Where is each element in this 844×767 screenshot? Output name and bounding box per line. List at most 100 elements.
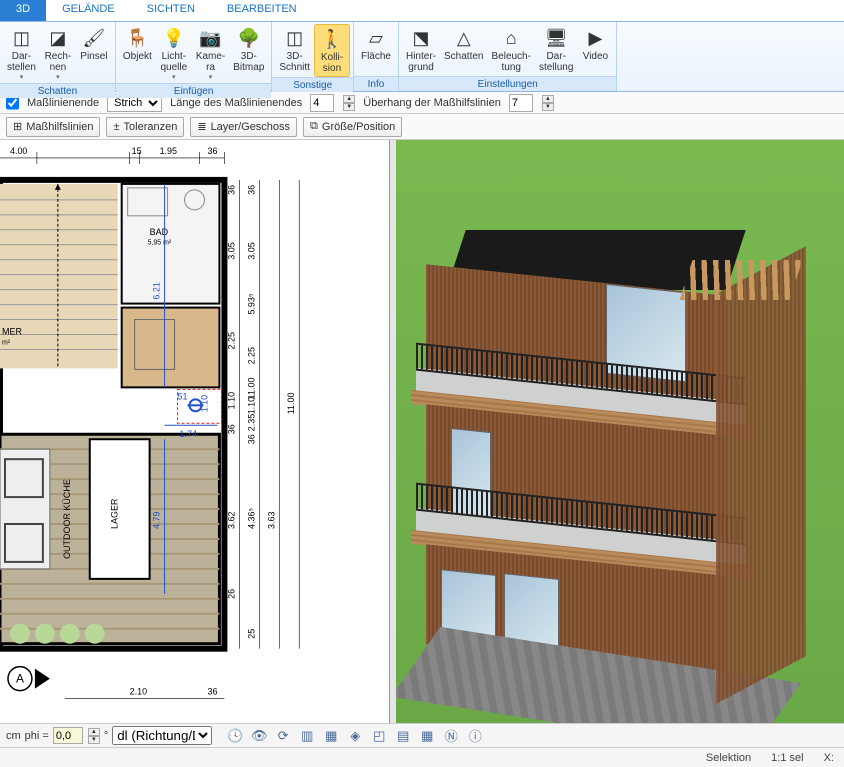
ribbon-group-einfügen: 🪑Objekt💡Licht-quelle▾📷Kame-ra▾🌳3D-Bitmap… [116,22,272,91]
svg-text:1.10: 1.10 [199,395,209,412]
svg-text:25: 25 [246,629,256,639]
sheet2-icon[interactable]: ▤ [394,727,412,745]
phi-label: phi = [25,730,49,742]
phi-down[interactable]: ▼ [88,736,100,744]
sheet-icon[interactable]: ◰ [370,727,388,745]
svg-text:26: 26 [226,589,236,599]
svg-text:4.79: 4.79 [152,512,162,529]
layer-button[interactable]: ≣ Layer/Geschoss [190,117,297,137]
ribbon-group-sonstige: ◫3D-Schnitt🚶Kolli-sionSonstige [272,22,354,91]
beleuchtung-button[interactable]: ⌂Beleuch-tung [487,24,534,75]
kollision-button[interactable]: 🚶Kolli-sion [314,24,350,77]
pinsel-button[interactable]: 🖌Pinsel [76,24,112,64]
svg-text:LAGER: LAGER [110,498,120,529]
ribbon-group-label: Einfügen [116,83,271,98]
ribbon-group-label: Schatten [0,83,115,98]
size-position-button[interactable]: ⧉ Größe/Position [303,117,402,137]
video-button[interactable]: ▶Video [577,24,613,64]
floorplan-canvas[interactable]: 4.00 15 1.95 36 MER m² B [0,140,389,722]
clock-icon[interactable]: 🕓 [226,727,244,745]
overhang-down[interactable]: ▼ [542,103,554,111]
svg-text:BAD: BAD [150,227,169,237]
phi-input[interactable] [53,727,83,744]
box1-icon[interactable]: ▥ [298,727,316,745]
pinsel-label: Pinsel [80,51,107,62]
svg-text:1.95: 1.95 [160,146,177,156]
status-bar: Selektion 1:1 sel X: [0,747,844,767]
tree-icon: 🌳 [237,26,261,50]
svg-text:36: 36 [226,424,236,434]
eye-icon[interactable]: 👁 [250,727,268,745]
3d-schnitt-button[interactable]: ◫3D-Schnitt [275,24,314,75]
ribbon-group-schatten: ◫Dar-stellen▾◪Rech-nen▾🖌PinselSchatten [0,22,116,91]
svg-text:36: 36 [226,185,236,195]
layers-icon: ≣ [197,120,206,133]
kamera-button[interactable]: 📷Kame-ra▾ [192,24,229,83]
svg-text:3.62: 3.62 [226,512,236,529]
svg-text:2.25: 2.25 [226,332,236,349]
box2-icon[interactable]: ▦ [322,727,340,745]
status-selection: Selektion [706,752,751,764]
darstellen-button[interactable]: ◫Dar-stellen▾ [3,24,40,83]
bottom-icon-row: 🕓 👁 ⟳ ▥ ▦ ◈ ◰ ▤ ▦ Ⓝ ⓘ [226,727,484,745]
lichtquelle-button[interactable]: 💡Licht-quelle▾ [156,24,192,83]
guide-lines-label: Maßhilfslinien [26,121,93,133]
tab-3d[interactable]: 3D [0,0,46,21]
svg-text:OUTDOOR KÜCHE: OUTDOOR KÜCHE [62,479,72,559]
sizepos-icon: ⧉ [310,120,318,133]
svg-text:3.63: 3.63 [266,512,276,529]
size-pos-label: Größe/Position [322,121,395,133]
hintergrund-button[interactable]: ⬔Hinter-grund [402,24,440,75]
person-icon: 🚶 [320,27,344,51]
svg-text:36: 36 [207,687,217,697]
floorplan-pane[interactable]: 4.00 15 1.95 36 MER m² B [0,140,390,723]
tab-sichten[interactable]: SICHTEN [131,0,211,21]
refresh-icon[interactable]: ⟳ [274,727,292,745]
ribbon: ◫Dar-stellen▾◪Rech-nen▾🖌PinselSchatten🪑O… [0,22,844,92]
north-icon[interactable]: Ⓝ [442,727,460,745]
guide-lines-icon: ⊞ [13,120,22,133]
grid-icon[interactable]: ▦ [418,727,436,745]
length-input[interactable] [310,94,334,112]
tab-gelaende[interactable]: GELÄNDE [46,0,131,21]
guide-lines-button[interactable]: ⊞ Maßhilfslinien [6,117,100,137]
diamond-icon[interactable]: ◈ [346,727,364,745]
rechnen-label: Rech-nen [45,51,72,73]
svg-text:15: 15 [132,146,142,156]
objekt-label: Objekt [123,51,152,62]
bottom-input-bar: cm phi = ▲▼ ° dl (Richtung/Di 🕓 👁 ⟳ ▥ ▦ … [0,723,844,747]
brush-icon: 🖌 [82,26,106,50]
length-down[interactable]: ▼ [343,103,355,111]
ribbon-group-label: Sonstige [272,77,353,92]
section-icon: ◫ [283,26,307,50]
phi-up[interactable]: ▲ [88,728,100,736]
3d-view-pane[interactable] [396,140,844,723]
overhang-up[interactable]: ▲ [542,95,554,103]
darstellen-label: Dar-stellen [7,51,36,73]
rechnen-button[interactable]: ◪Rech-nen▾ [40,24,76,83]
ribbon-group-label: Info [354,76,398,91]
einst-darst-button[interactable]: 🖥Dar-stellung [535,24,577,75]
monitor-icon: 🖥 [544,26,568,50]
area-icon: ▱ [364,26,388,50]
3d-bitmap-button[interactable]: 🌳3D-Bitmap [229,24,268,75]
objekt-button[interactable]: 🪑Objekt [119,24,156,64]
direction-mode-select[interactable]: dl (Richtung/Di [112,726,212,745]
tab-bearbeiten[interactable]: BEARBEITEN [211,0,313,21]
tab-bar: 3D GELÄNDE SICHTEN BEARBEITEN [0,0,844,22]
flaeche-button[interactable]: ▱Fläche [357,24,395,64]
overhang-input[interactable] [509,94,533,112]
svg-text:51: 51 [178,391,188,401]
info-icon[interactable]: ⓘ [466,727,484,745]
schatten-label: Schatten [444,51,483,62]
toolbar: ⊞ Maßhilfslinien ± Toleranzen ≣ Layer/Ge… [0,114,844,140]
svg-text:11.00: 11.00 [286,393,296,415]
ribbon-group-einstellungen: ⬔Hinter-grund△Schatten⌂Beleuch-tung🖥Dar-… [399,22,617,91]
horizon-icon: ⬔ [409,26,433,50]
svg-text:2.25: 2.25 [246,347,256,364]
svg-text:36: 36 [246,185,256,195]
tolerances-button[interactable]: ± Toleranzen [106,117,184,137]
chair-icon: 🪑 [125,26,149,50]
schatten-button[interactable]: △Schatten [440,24,487,64]
length-up[interactable]: ▲ [343,95,355,103]
